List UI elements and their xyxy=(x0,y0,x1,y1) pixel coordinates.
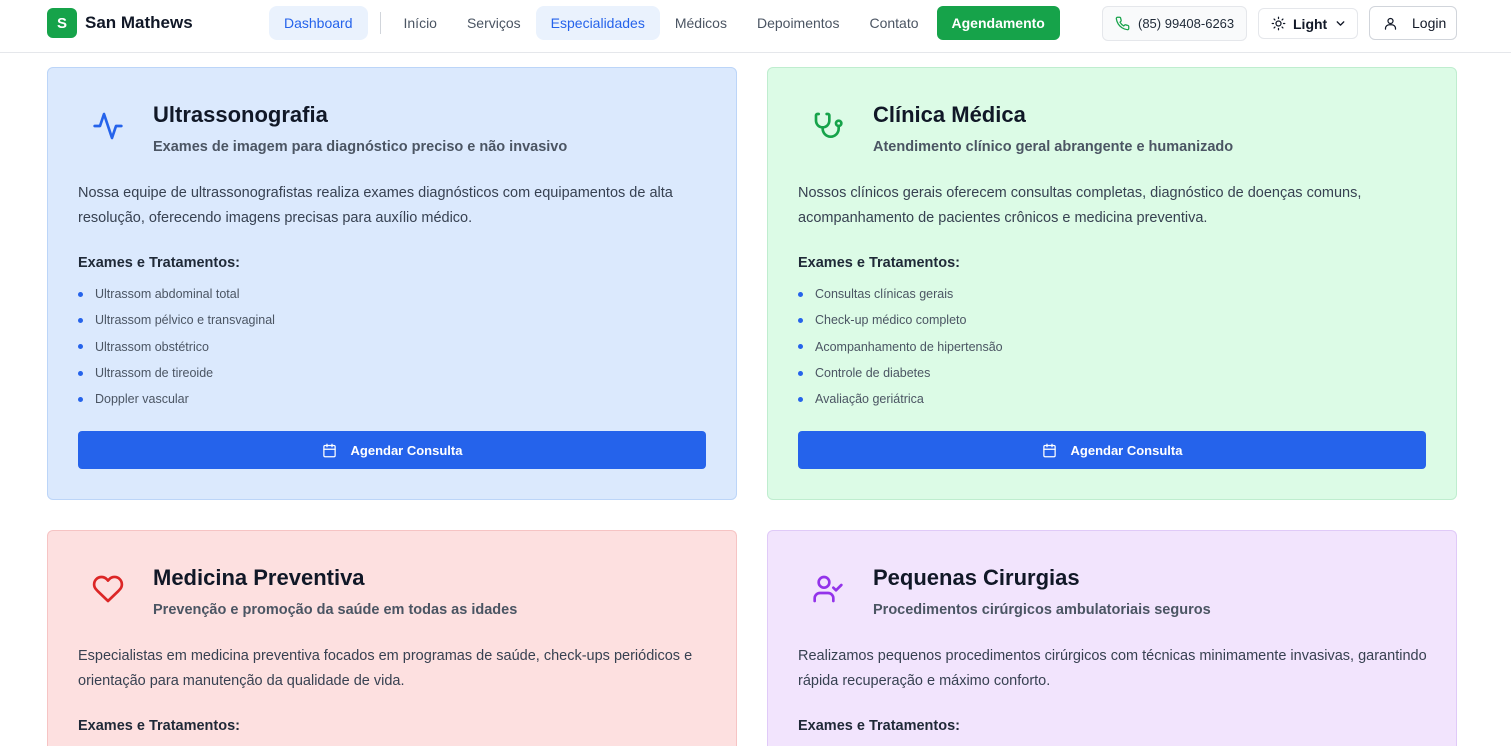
list-item: Controle de diabetes xyxy=(798,360,1003,386)
card-description: Realizamos pequenos procedimentos cirúrg… xyxy=(798,648,1427,689)
nav-item-especialidades[interactable]: Especialidades xyxy=(535,6,660,40)
brand-logo[interactable]: S San Mathews xyxy=(47,8,193,38)
agendamento-button[interactable]: Agendamento xyxy=(936,6,1060,40)
theme-toggle[interactable]: Light xyxy=(1258,8,1358,39)
button-label: Agendar Consulta xyxy=(350,442,463,458)
card-subtitle: Exames de imagem para diagnóstico precis… xyxy=(153,139,568,155)
agendar-consulta-button[interactable]: Agendar Consulta xyxy=(78,431,706,469)
calendar-icon xyxy=(322,443,337,458)
brand-name: San Mathews xyxy=(85,13,193,32)
user-icon xyxy=(1383,16,1398,31)
button-label: Agendar Consulta xyxy=(1070,442,1183,458)
bullet-dot xyxy=(798,291,803,297)
card-description: Nossa equipe de ultrassonografistas real… xyxy=(78,185,673,226)
nav-item-depoimentos[interactable]: Depoimentos xyxy=(742,6,855,40)
card-subtitle: Prevenção e promoção da saúde em todas a… xyxy=(153,602,518,618)
bullet-dot xyxy=(78,370,83,376)
bullet-dot xyxy=(78,344,83,350)
chevron-down-icon xyxy=(1334,17,1347,30)
nav-item-inicio[interactable]: Início xyxy=(389,6,452,40)
bullet-dot xyxy=(798,317,803,323)
agendar-consulta-button[interactable]: Agendar Consulta xyxy=(798,431,1426,469)
bullet-dot xyxy=(798,370,803,376)
treatments-heading: Exames e Tratamentos: xyxy=(78,255,240,271)
bullet-dot xyxy=(798,344,803,350)
list-item: Ultrassom pélvico e transvaginal xyxy=(78,307,275,333)
card-subtitle: Procedimentos cirúrgicos ambulatoriais s… xyxy=(873,602,1211,618)
main-nav: Dashboard Início Serviços Especialidades… xyxy=(269,6,1060,40)
theme-label: Light xyxy=(1293,15,1328,32)
phone-button[interactable]: (85) 99408-6263 xyxy=(1102,6,1247,41)
logo-badge: S xyxy=(47,8,77,38)
card-title: Medicina Preventiva xyxy=(153,565,365,590)
bullet-dot xyxy=(78,291,83,297)
activity-icon xyxy=(92,110,124,142)
specialty-card-ultrassonografia: Ultrassonografia Exames de imagem para d… xyxy=(47,67,737,500)
nav-dashboard[interactable]: Dashboard xyxy=(269,6,368,40)
phone-icon xyxy=(1115,16,1130,31)
treatments-heading: Exames e Tratamentos: xyxy=(798,255,960,271)
treatments-heading: Exames e Tratamentos: xyxy=(798,718,960,734)
login-button[interactable]: Login xyxy=(1369,6,1457,40)
list-item: Consultas clínicas gerais xyxy=(798,281,1003,307)
treatments-list: Ultrassom abdominal total Ultrassom pélv… xyxy=(78,281,275,412)
card-description: Nossos clínicos gerais oferecem consulta… xyxy=(798,185,1362,226)
card-subtitle: Atendimento clínico geral abrangente e h… xyxy=(873,139,1234,155)
list-item: Ultrassom obstétrico xyxy=(78,334,275,360)
list-item: Check-up médico completo xyxy=(798,307,1003,333)
bullet-dot xyxy=(78,317,83,323)
card-description: Especialistas em medicina preventiva foc… xyxy=(78,648,693,689)
calendar-icon xyxy=(1042,443,1057,458)
list-item: Acompanhamento de hipertensão xyxy=(798,334,1003,360)
login-label: Login xyxy=(1412,15,1447,31)
heart-icon xyxy=(92,573,124,605)
nav-item-servicos[interactable]: Serviços xyxy=(452,6,536,40)
bullet-dot xyxy=(798,396,803,402)
list-item: Ultrassom de tireoide xyxy=(78,360,275,386)
phone-number: (85) 99408-6263 xyxy=(1138,16,1235,31)
card-title: Ultrassonografia xyxy=(153,102,328,127)
bullet-dot xyxy=(78,396,83,402)
specialty-card-pequenas-cirurgias: Pequenas Cirurgias Procedimentos cirúrgi… xyxy=(767,530,1457,746)
nav-item-contato[interactable]: Contato xyxy=(854,6,933,40)
specialty-card-clinica-medica: Clínica Médica Atendimento clínico geral… xyxy=(767,67,1457,500)
treatments-list: Consultas clínicas gerais Check-up médic… xyxy=(798,281,1003,412)
list-item: Avaliação geriátrica xyxy=(798,386,1003,412)
stethoscope-icon xyxy=(812,110,844,142)
nav-divider xyxy=(379,12,381,34)
list-item: Doppler vascular xyxy=(78,386,275,412)
list-item: Ultrassom abdominal total xyxy=(78,281,275,307)
card-title: Pequenas Cirurgias xyxy=(873,565,1080,590)
nav-item-medicos[interactable]: Médicos xyxy=(660,6,742,40)
specialty-card-medicina-preventiva: Medicina Preventiva Prevenção e promoção… xyxy=(47,530,737,746)
sun-icon xyxy=(1271,16,1286,31)
top-navbar: S San Mathews Dashboard Início Serviços … xyxy=(0,0,1511,53)
treatments-heading: Exames e Tratamentos: xyxy=(78,718,240,734)
user-check-icon xyxy=(812,573,844,605)
card-title: Clínica Médica xyxy=(873,102,1026,127)
